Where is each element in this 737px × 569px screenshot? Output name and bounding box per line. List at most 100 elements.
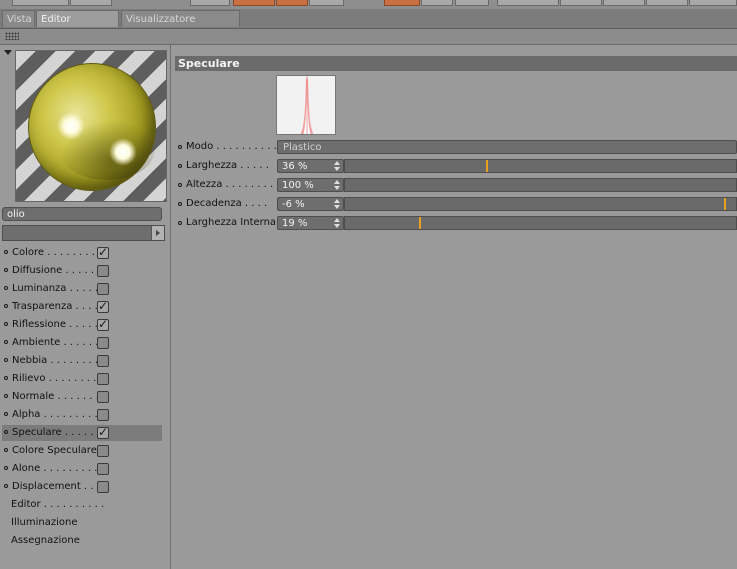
- animate-dot-icon[interactable]: [4, 430, 8, 434]
- animate-dot-icon[interactable]: [4, 322, 8, 326]
- channel-checkbox[interactable]: [97, 373, 109, 385]
- channel-item[interactable]: Colore . . . . . . . . .: [2, 245, 162, 261]
- animate-dot-icon[interactable]: [178, 221, 182, 225]
- toolbar-button[interactable]: [384, 0, 420, 6]
- channel-checkbox[interactable]: [97, 409, 109, 421]
- toolbar-button[interactable]: [603, 0, 645, 6]
- param-slider[interactable]: [344, 178, 737, 192]
- channel-item[interactable]: Riflessione . . . . .: [2, 317, 162, 333]
- param-slider[interactable]: [344, 216, 737, 230]
- channel-checkbox[interactable]: [97, 355, 109, 367]
- channel-checkbox[interactable]: [97, 265, 109, 277]
- channel-scrollbar[interactable]: [2, 225, 165, 241]
- channel-label: Colore . . . . . . . . .: [12, 247, 102, 258]
- param-row: Larghezza Interna 19 %: [175, 215, 737, 231]
- channel-checkbox[interactable]: [97, 481, 109, 493]
- animate-dot-icon[interactable]: [4, 394, 8, 398]
- channel-checkbox[interactable]: [97, 337, 109, 349]
- spinner-arrows-icon[interactable]: [334, 180, 340, 190]
- channel-item[interactable]: Colore Speculare: [2, 443, 162, 459]
- mode-dropdown[interactable]: Plastico: [277, 140, 737, 154]
- channel-checkbox[interactable]: [97, 317, 109, 331]
- animate-dot-icon[interactable]: [4, 358, 8, 362]
- toolbar-button[interactable]: [560, 0, 602, 6]
- spinner-arrows-icon[interactable]: [334, 161, 340, 171]
- toolbar-button[interactable]: [190, 0, 230, 6]
- animate-dot-icon[interactable]: [4, 448, 8, 452]
- channel-item[interactable]: Ambiente . . . . . . .: [2, 335, 162, 351]
- channel-checkbox[interactable]: [97, 391, 109, 403]
- channel-item[interactable]: Normale . . . . . . . .: [2, 389, 162, 405]
- toolbar-button[interactable]: [421, 0, 453, 6]
- toolbar-button[interactable]: [70, 0, 112, 6]
- animate-dot-icon[interactable]: [4, 466, 8, 470]
- channel-item[interactable]: Alpha . . . . . . . . . .: [2, 407, 162, 423]
- animate-dot-icon[interactable]: [4, 268, 8, 272]
- preview-menu-arrow-icon[interactable]: [4, 50, 12, 55]
- channel-item[interactable]: Rilievo . . . . . . . . .: [2, 371, 162, 387]
- channel-checkbox[interactable]: [97, 283, 109, 295]
- attributes-panel: Speculare Modo . . . . . . . . . . Plast…: [171, 45, 737, 569]
- slider-marker[interactable]: [724, 198, 726, 210]
- param-slider[interactable]: [344, 197, 737, 211]
- animate-dot-icon[interactable]: [4, 412, 8, 416]
- toolbar-button[interactable]: [646, 0, 688, 6]
- param-label: Modo . . . . . . . . . .: [186, 141, 277, 152]
- extra-item[interactable]: Illuminazione: [11, 515, 161, 531]
- channel-item[interactable]: Nebbia . . . . . . . . .: [2, 353, 162, 369]
- slider-marker[interactable]: [486, 160, 488, 172]
- channel-checkbox[interactable]: [97, 463, 109, 475]
- param-value: 36 %: [282, 161, 308, 172]
- spinner-arrows-icon[interactable]: [334, 199, 340, 209]
- channel-checkbox[interactable]: [97, 299, 109, 313]
- toolbar-button[interactable]: [689, 0, 737, 6]
- param-value: 100 %: [282, 180, 314, 191]
- channel-label: Riflessione . . . . .: [12, 319, 98, 330]
- animate-dot-icon[interactable]: [178, 202, 182, 206]
- param-slider[interactable]: [344, 159, 737, 173]
- tab-editor-materiale[interactable]: Editor Materiale: [36, 10, 119, 42]
- animate-dot-icon[interactable]: [178, 183, 182, 187]
- specular-highlight: [57, 112, 85, 140]
- toolbar-button[interactable]: [276, 0, 308, 6]
- channel-item[interactable]: Alone . . . . . . . . . .: [2, 461, 162, 477]
- channel-checkbox[interactable]: [97, 445, 109, 457]
- material-preview[interactable]: [15, 50, 167, 202]
- animate-dot-icon[interactable]: [4, 340, 8, 344]
- toolbar-button[interactable]: [455, 0, 489, 6]
- panel-grip-row: [0, 29, 737, 45]
- animate-dot-icon[interactable]: [178, 164, 182, 168]
- tab-vista[interactable]: Vista: [2, 10, 35, 27]
- channel-checkbox[interactable]: [97, 245, 109, 259]
- channel-item[interactable]: Displacement . . .: [2, 479, 162, 495]
- material-name-field[interactable]: olio: [2, 207, 162, 221]
- tab-visualizzatore-immagini[interactable]: Visualizzatore Immagini: [121, 10, 240, 42]
- spinner-arrows-icon[interactable]: [334, 218, 340, 228]
- toolbar-button[interactable]: [233, 0, 275, 6]
- channel-label: Colore Speculare: [12, 445, 97, 456]
- slider-marker[interactable]: [419, 217, 421, 229]
- channel-item[interactable]: Luminanza . . . . . .: [2, 281, 162, 297]
- toolbar-button[interactable]: [309, 0, 344, 6]
- channel-item[interactable]: Trasparenza . . . .: [2, 299, 162, 315]
- animate-dot-icon[interactable]: [4, 304, 8, 308]
- extra-item[interactable]: Assegnazione: [11, 533, 161, 549]
- scroll-right-arrow-icon[interactable]: [151, 226, 164, 240]
- animate-dot-icon[interactable]: [178, 145, 182, 149]
- param-value-field[interactable]: -6 %: [277, 197, 344, 211]
- channel-checkbox[interactable]: [97, 425, 109, 439]
- animate-dot-icon[interactable]: [4, 286, 8, 290]
- param-value-field[interactable]: 36 %: [277, 159, 344, 173]
- animate-dot-icon[interactable]: [4, 484, 8, 488]
- extra-item[interactable]: Editor . . . . . . . . . .: [11, 497, 161, 513]
- toolbar-button[interactable]: [12, 0, 69, 6]
- param-value-field[interactable]: 19 %: [277, 216, 344, 230]
- animate-dot-icon[interactable]: [4, 376, 8, 380]
- channel-item[interactable]: Speculare . . . . . . .: [2, 425, 162, 441]
- toolbar-button[interactable]: [497, 0, 559, 6]
- animate-dot-icon[interactable]: [4, 250, 8, 254]
- channel-item[interactable]: Diffusione . . . . . .: [2, 263, 162, 279]
- channel-label: Normale . . . . . . . .: [12, 391, 106, 402]
- grip-handle-icon[interactable]: [5, 32, 19, 40]
- param-value-field[interactable]: 100 %: [277, 178, 344, 192]
